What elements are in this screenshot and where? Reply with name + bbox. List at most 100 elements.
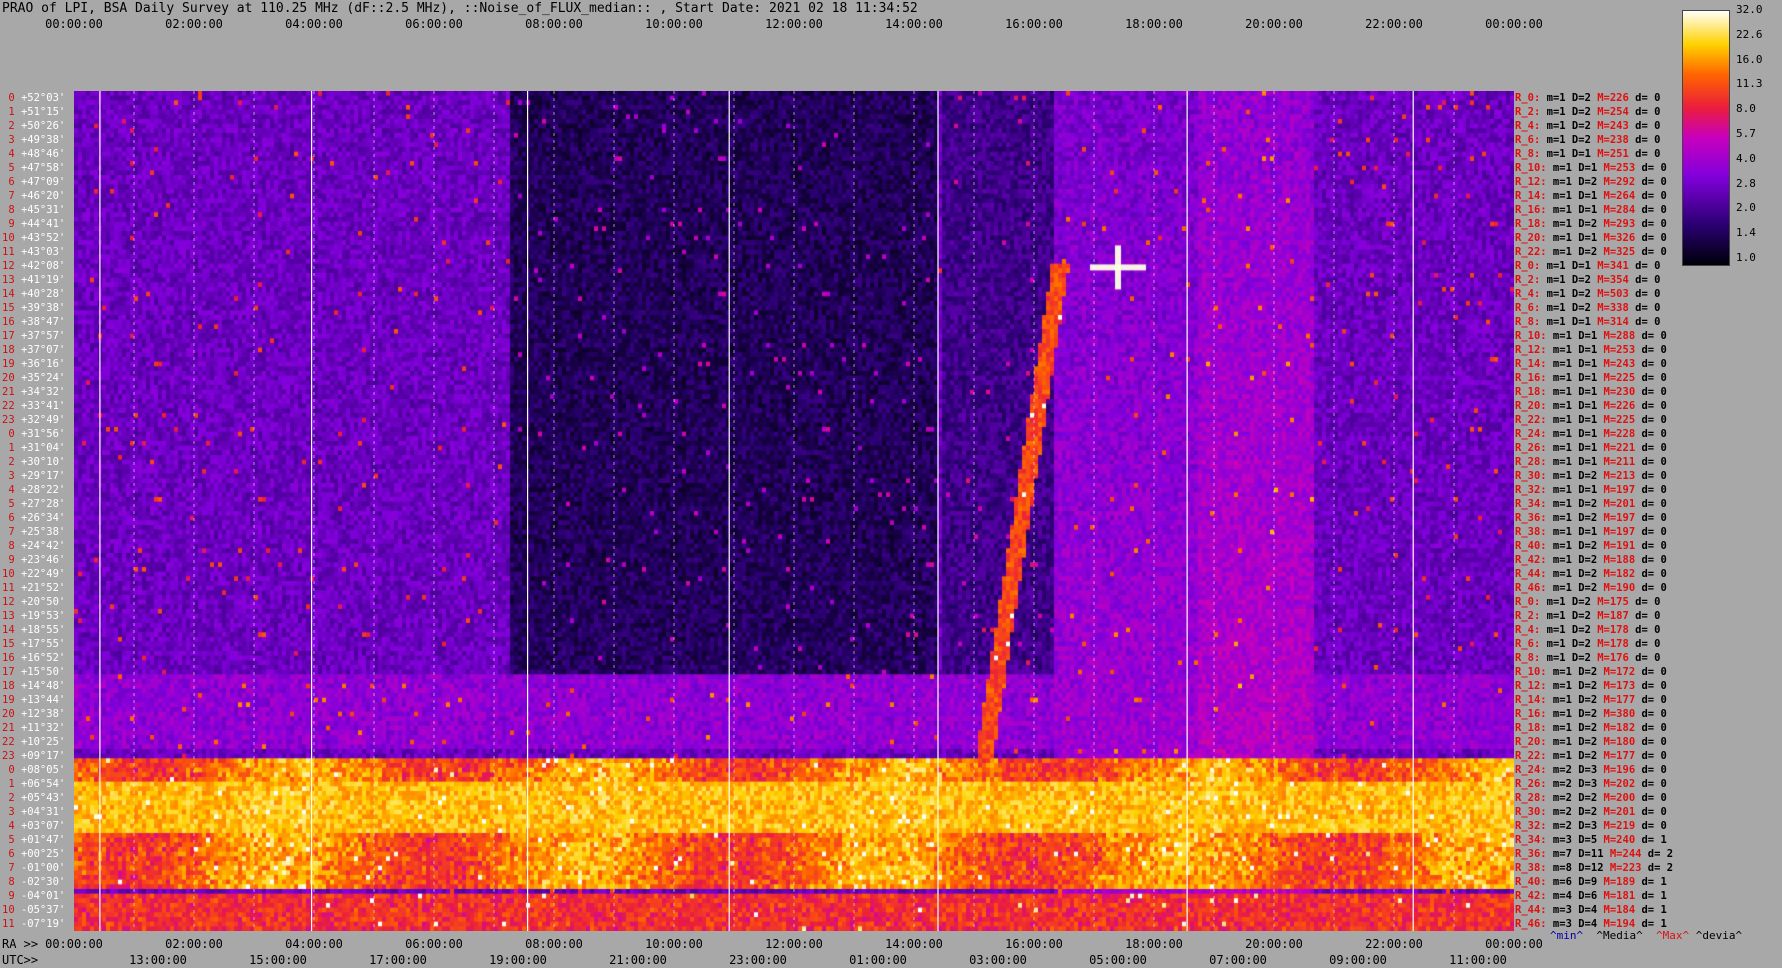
stat-devia: 0 [1660, 778, 1667, 790]
stat-key: D= [1571, 876, 1591, 888]
row-stat-37: R_2: m=1 D=2 M=187 d= 0 [1515, 610, 1660, 622]
stat-max: 182 [1616, 722, 1636, 734]
utc-tick-10: 09:00:00 [1329, 953, 1387, 967]
dec-row-index: 18 [2, 680, 21, 692]
dec-value: +11°32' [20, 722, 66, 734]
row-stat-42: R_12: m=1 D=2 M=173 d= 0 [1515, 680, 1667, 692]
top-tick-9: 18:00:00 [1125, 17, 1183, 31]
dec-row-index: 9 [2, 218, 21, 230]
dec-value: +28°22' [20, 484, 66, 496]
dec-value: +37°07' [20, 344, 66, 356]
stat-max: 188 [1616, 554, 1636, 566]
stat-key: M= [1597, 498, 1617, 510]
row-name: R_6: [1515, 638, 1541, 650]
stat-key: d= [1635, 582, 1661, 594]
row-name: R_36: [1515, 848, 1547, 860]
stat-devia: 0 [1660, 498, 1667, 510]
stat-key: D= [1571, 176, 1591, 188]
stat-devia: 0 [1654, 652, 1661, 664]
stat-key: D= [1565, 134, 1585, 146]
stat-max: 196 [1616, 764, 1636, 776]
row-stat-15: R_6: m=1 D=2 M=338 d= 0 [1515, 302, 1660, 314]
stat-devia: 0 [1660, 400, 1667, 412]
row-stat-18: R_12: m=1 D=1 M=253 d= 0 [1515, 344, 1667, 356]
stat-key: m= [1546, 750, 1566, 762]
stat-key: m= [1546, 358, 1566, 370]
row-name: R_20: [1515, 232, 1547, 244]
top-tick-10: 20:00:00 [1245, 17, 1303, 31]
stat-key: d= [1635, 680, 1661, 692]
stat-key: D= [1565, 624, 1585, 636]
top-tick-6: 12:00:00 [765, 17, 823, 31]
stat-devia: 0 [1660, 792, 1667, 804]
row-stat-14: R_4: m=1 D=2 M=503 d= 0 [1515, 288, 1660, 300]
utc-tick-6: 01:00:00 [849, 953, 907, 967]
stat-key: M= [1603, 848, 1623, 860]
stat-key: m= [1540, 148, 1560, 160]
stat-devia: 0 [1660, 680, 1667, 692]
stat-key: M= [1590, 274, 1610, 286]
row-stat-22: R_20: m=1 D=1 M=226 d= 0 [1515, 400, 1667, 412]
stat-key: M= [1597, 344, 1617, 356]
stat-key: m= [1546, 554, 1566, 566]
dec-label-33: 9 +23°46' [2, 554, 65, 566]
stat-devia: 0 [1660, 246, 1667, 258]
ra-tick-7: 14:00:00 [885, 937, 943, 951]
stat-key: d= [1635, 358, 1661, 370]
stat-key: d= [1635, 708, 1661, 720]
dec-value: +38°47' [20, 316, 66, 328]
dec-label-27: 3 +29°17' [2, 470, 65, 482]
stat-max: 201 [1616, 806, 1636, 818]
stat-key: d= [1628, 106, 1655, 118]
stat-devia: 0 [1660, 526, 1667, 538]
stat-key: M= [1597, 666, 1617, 678]
stat-key: m= [1546, 372, 1566, 384]
stat-key: m= [1546, 764, 1566, 776]
stat-key: M= [1597, 568, 1617, 580]
dec-value: +34°32' [20, 386, 66, 398]
stat-key: D= [1565, 106, 1585, 118]
chart-title: PRAO of LPI, BSA Daily Survey at 110.25 … [2, 1, 918, 16]
stat-max: 293 [1616, 218, 1636, 230]
stat-key: D= [1565, 610, 1585, 622]
stat-devia: 0 [1660, 386, 1667, 398]
stat-devia: 0 [1654, 274, 1661, 286]
row-stat-25: R_26: m=1 D=1 M=221 d= 0 [1515, 442, 1667, 454]
dec-value: +50°26' [20, 120, 66, 132]
dec-row-index: 5 [2, 498, 21, 510]
row-name: R_24: [1515, 764, 1547, 776]
stat-devia: 0 [1660, 344, 1667, 356]
dec-row-index: 20 [2, 372, 21, 384]
colorbar-tick-9: 1.4 [1736, 226, 1756, 240]
stat-key: m= [1540, 120, 1560, 132]
stat-devia: 0 [1660, 764, 1667, 776]
stat-key: m= [1546, 218, 1566, 230]
dec-label-58: 10 -05°37' [2, 904, 65, 916]
colorbar-tick-10: 1.0 [1736, 251, 1756, 264]
dec-row-index: 15 [2, 302, 21, 314]
stat-key: m= [1546, 820, 1566, 832]
stat-key: m= [1546, 540, 1566, 552]
ra-tick-1: 02:00:00 [165, 937, 223, 951]
row-name: R_34: [1515, 834, 1547, 846]
stat-key: D= [1565, 148, 1585, 160]
colorbar-tick-3: 11.3 [1736, 77, 1763, 91]
stat-devia: 0 [1654, 120, 1661, 132]
row-stat-49: R_26: m=2 D=3 M=202 d= 0 [1515, 778, 1667, 790]
stat-key: M= [1590, 134, 1610, 146]
dec-value: +37°57' [20, 330, 66, 342]
row-name: R_38: [1515, 526, 1547, 538]
dec-row-index: 16 [2, 652, 21, 664]
stat-devia: 0 [1660, 736, 1667, 748]
stat-key: M= [1597, 372, 1617, 384]
stat-key: D= [1565, 316, 1585, 328]
row-stat-30: R_36: m=1 D=2 M=197 d= 0 [1515, 512, 1667, 524]
row-name: R_46: [1515, 918, 1547, 930]
stat-max: 253 [1616, 162, 1636, 174]
stat-max: 288 [1616, 330, 1636, 342]
row-stat-52: R_32: m=2 D=3 M=219 d= 0 [1515, 820, 1667, 832]
dec-row-index: 11 [2, 918, 21, 930]
dec-label-40: 16 +16°52' [2, 652, 65, 664]
dec-row-index: 10 [2, 904, 21, 916]
stat-key: M= [1597, 806, 1617, 818]
